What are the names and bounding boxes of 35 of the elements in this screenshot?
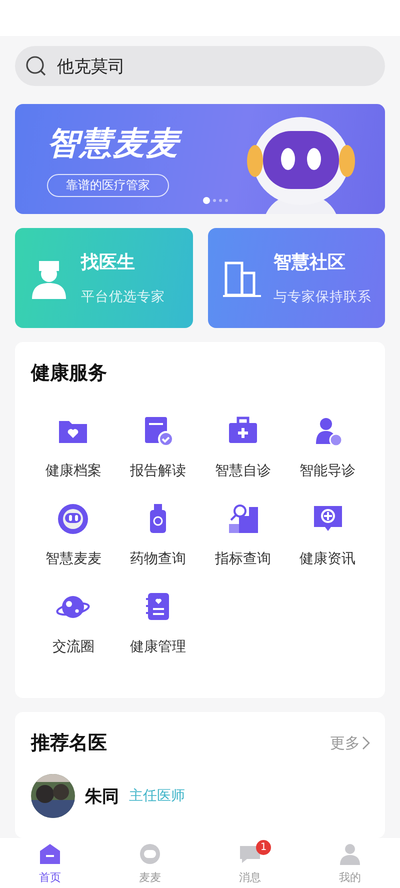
- service-item[interactable]: 智慧自诊: [200, 414, 286, 480]
- banner[interactable]: 智慧麦麦 靠谱的医疗管家: [15, 104, 385, 214]
- badge: 1: [256, 840, 271, 855]
- carousel-dot[interactable]: [225, 199, 228, 202]
- search-field[interactable]: 他克莫司: [15, 46, 385, 86]
- search-icon: [25, 55, 47, 77]
- tab[interactable]: 消息 1: [200, 838, 300, 888]
- service-item[interactable]: 报告解读: [116, 414, 200, 480]
- service-item[interactable]: 交流圈: [31, 590, 116, 656]
- service-item[interactable]: 智慧麦麦: [31, 502, 116, 568]
- chevron-right-icon: [362, 736, 370, 750]
- shortcut-card[interactable]: 智慧社区 与专家保持联系: [208, 228, 385, 328]
- doctor-title: 主任医师: [129, 787, 185, 805]
- carousel-dot[interactable]: [203, 197, 210, 204]
- service-item[interactable]: 健康资讯: [285, 502, 370, 568]
- shortcut-subtitle: 与专家保持联系: [274, 288, 372, 306]
- banner-subtitle: 靠谱的医疗管家: [47, 174, 169, 196]
- service-item[interactable]: 智能导诊: [285, 414, 370, 480]
- shortcut-subtitle: 平台优选专家: [81, 288, 165, 306]
- doctor-name: 朱同: [85, 786, 119, 808]
- robot-icon: [56, 502, 90, 536]
- shortcut-title: 找医生: [81, 251, 136, 274]
- carousel-dot[interactable]: [213, 199, 216, 202]
- person-icon: [337, 841, 363, 867]
- shortcut-title: 智慧社区: [274, 251, 346, 274]
- service-item[interactable]: 指标查询: [200, 502, 286, 568]
- carousel-dot[interactable]: [219, 199, 222, 202]
- section-title: 健康服务: [31, 361, 108, 386]
- service-item[interactable]: 健康档案: [31, 414, 116, 480]
- service-item[interactable]: 健康管理: [116, 590, 200, 656]
- tab[interactable]: 首页: [0, 838, 100, 888]
- robot-icon: [137, 841, 163, 867]
- service-item[interactable]: 药物查询: [116, 502, 200, 568]
- section-title: 推荐名医: [31, 731, 107, 756]
- home-icon: [37, 841, 63, 867]
